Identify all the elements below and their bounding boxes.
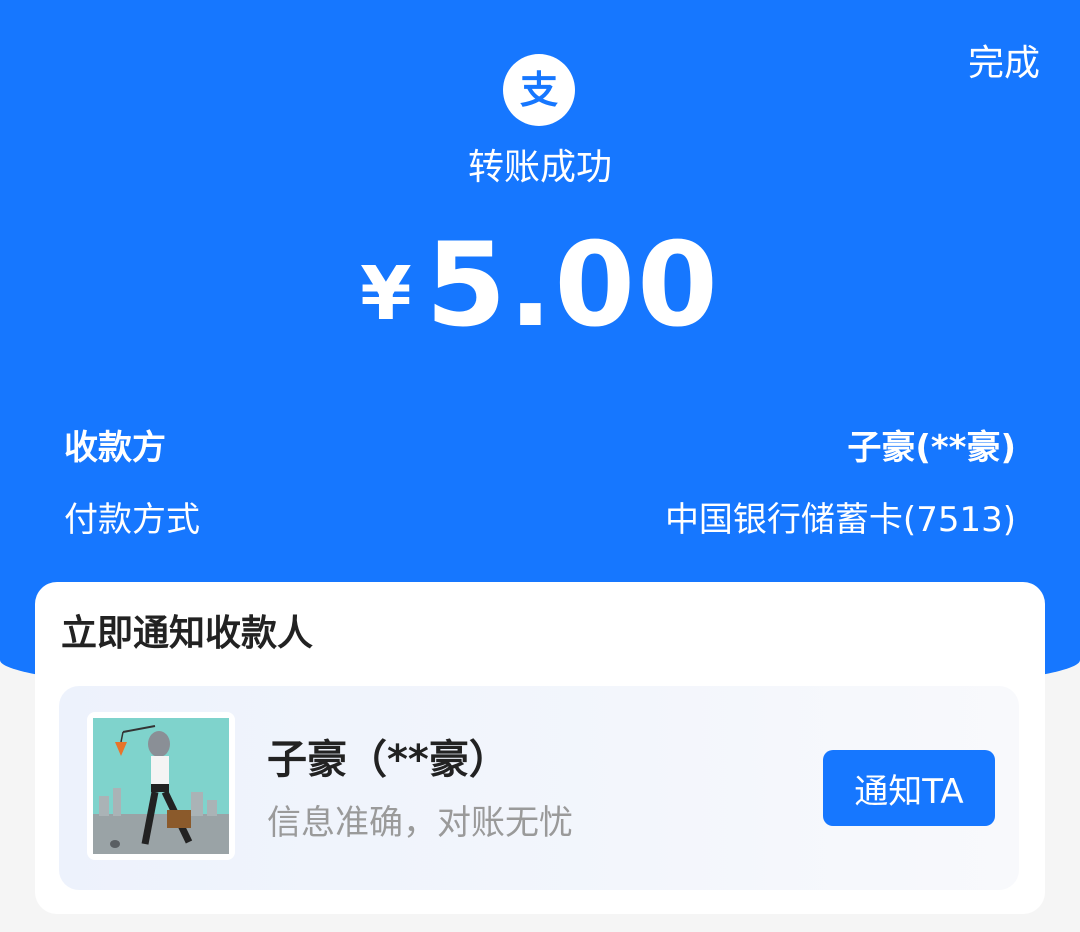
amount-value: 5.00	[425, 218, 720, 353]
notify-recipient-card: 立即通知收款人 子豪（**豪） 信息准确，对账无忧 通知TA	[35, 582, 1045, 914]
payment-method-label: 付款方式	[64, 500, 200, 540]
alipay-logo-icon: 支	[503, 54, 575, 126]
notify-button[interactable]: 通知TA	[823, 750, 995, 826]
card-title: 立即通知收款人	[61, 613, 314, 654]
transfer-amount: ¥5.00	[0, 218, 1080, 353]
payment-method-row: 付款方式 中国银行储蓄卡(7513)	[64, 496, 1016, 544]
svg-text:支: 支	[520, 68, 558, 112]
payment-method-value: 中国银行储蓄卡(7513)	[664, 500, 1016, 540]
payee-label: 收款方	[64, 428, 166, 468]
recipient-panel: 子豪（**豪） 信息准确，对账无忧 通知TA	[59, 686, 1019, 890]
payee-row: 收款方 子豪(**豪)	[64, 424, 1016, 472]
recipient-name: 子豪（**豪）	[267, 737, 509, 783]
avatar	[87, 712, 235, 860]
transfer-status: 转账成功	[467, 147, 612, 188]
recipient-subtitle: 信息准确，对账无忧	[267, 803, 573, 843]
currency-symbol: ¥	[360, 251, 412, 337]
payee-value: 子豪(**豪)	[847, 428, 1016, 468]
done-button[interactable]: 完成	[968, 40, 1040, 88]
